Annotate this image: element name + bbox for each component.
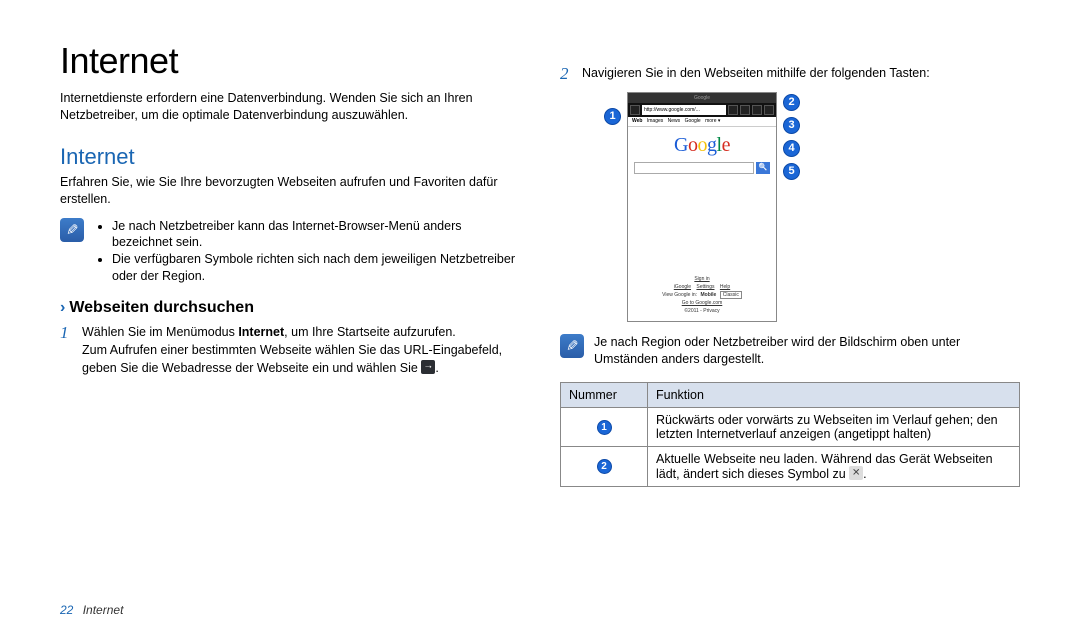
callout-column-right: 2 3 4 5 <box>783 92 800 180</box>
table-cell-function: Aktuelle Webseite neu laden. Während das… <box>648 446 1020 486</box>
page-footer: 22 Internet <box>60 603 123 617</box>
note-bullet-list: Je nach Netzbetreiber kann das Internet-… <box>94 218 520 286</box>
right-column: 2 Navigieren Sie in den Webseiten mithil… <box>560 40 1020 487</box>
forward-icon <box>764 105 774 115</box>
classic-label: Classic <box>720 291 742 299</box>
more-tab: more <box>705 118 720 124</box>
callout-badge: 5 <box>783 163 800 180</box>
chevron-icon: › <box>60 299 65 316</box>
step-item: 2 Navigieren Sie in den Webseiten mithil… <box>560 64 1020 322</box>
url-field: http://www.google.com/... <box>642 105 726 115</box>
pencil-note-icon <box>60 218 84 242</box>
screenshot-figure: 1 Google http://www.google.com/... <box>604 92 1020 322</box>
note-box: Je nach Region oder Netzbetreiber wird d… <box>560 334 1020 368</box>
step-text: Navigieren Sie in den Webseiten mithilfe… <box>582 66 930 80</box>
note-bullet: Je nach Netzbetreiber kann das Internet-… <box>112 218 520 252</box>
table-row: 2 Aktuelle Webseite neu laden. Während d… <box>561 446 1020 486</box>
table-cell-function: Rückwärts oder vorwärts zu Webseiten im … <box>648 407 1020 446</box>
signin-link: Sign in <box>694 276 709 282</box>
step-text: . <box>435 361 438 375</box>
screenshot-tabs: Web Images News Google more <box>628 117 776 127</box>
step-text: , um Ihre Startseite aufzurufen. <box>284 325 456 339</box>
table-cell-number: 1 <box>561 407 648 446</box>
step-item: 1 Wählen Sie im Menümodus Internet, um I… <box>60 323 520 377</box>
footer-section-label: Internet <box>83 603 124 617</box>
step-number: 2 <box>560 62 569 87</box>
mobile-label: Mobile <box>700 292 716 298</box>
step-number: 1 <box>60 321 69 346</box>
note-bullet: Die verfügbaren Symbole richten sich nac… <box>112 251 520 285</box>
web-tab: Web <box>632 118 642 124</box>
step-text: Zum Aufrufen einer bestimmten Webseite w… <box>82 343 502 375</box>
search-button-icon <box>756 162 770 174</box>
step-list: 1 Wählen Sie im Menümodus Internet, um I… <box>60 323 520 377</box>
back-button-icon <box>630 105 640 115</box>
help-link: Help <box>720 284 730 290</box>
browser-screenshot: Google http://www.google.com/... Web Ima… <box>627 92 777 322</box>
row-text: . <box>863 467 866 481</box>
callout-column-left: 1 <box>604 92 621 125</box>
step-list: 2 Navigieren Sie in den Webseiten mithil… <box>560 64 1020 322</box>
google-com-link: Go to Google.com <box>682 300 723 306</box>
view-label: View Google in: <box>662 292 698 298</box>
callout-badge: 2 <box>783 94 800 111</box>
settings-link: Settings <box>696 284 714 290</box>
search-box <box>634 162 754 174</box>
google-logo: Google <box>628 127 776 162</box>
google-tab: Google <box>685 118 701 124</box>
callout-badge: 1 <box>604 108 621 125</box>
menu-name: Internet <box>238 325 284 339</box>
page-number: 22 <box>60 603 73 617</box>
go-arrow-icon <box>421 360 435 374</box>
bookmark-icon <box>752 105 762 115</box>
copyright-label: ©2011 - Privacy <box>684 308 719 314</box>
screenshot-url-row: http://www.google.com/... <box>628 103 776 117</box>
section-title: Internet <box>60 144 520 170</box>
left-column: Internet Internetdienste erfordern eine … <box>60 40 520 487</box>
intro-paragraph: Internetdienste erfordern eine Datenverb… <box>60 90 520 124</box>
stop-x-icon <box>849 466 863 480</box>
note-text: Je nach Region oder Netzbetreiber wird d… <box>594 334 1020 368</box>
callout-badge: 3 <box>783 117 800 134</box>
screenshot-footer: Sign in iGoogle Settings Help View Googl… <box>628 275 776 315</box>
google-search-row <box>628 162 776 178</box>
callout-badge: 2 <box>597 459 612 474</box>
page-title: Internet <box>60 40 520 82</box>
reload-icon <box>728 105 738 115</box>
function-table: Nummer Funktion 1 Rückwärts oder vorwärt… <box>560 382 1020 487</box>
row-text: Aktuelle Webseite neu laden. Während das… <box>656 452 993 481</box>
table-header-function: Funktion <box>648 382 1020 407</box>
subsection-title-text: Webseiten durchsuchen <box>69 299 254 316</box>
table-cell-number: 2 <box>561 446 648 486</box>
subsection-title: ›Webseiten durchsuchen <box>60 299 520 317</box>
section-intro: Erfahren Sie, wie Sie Ihre bevorzugten W… <box>60 174 520 208</box>
callout-badge: 4 <box>783 140 800 157</box>
note-box: Je nach Netzbetreiber kann das Internet-… <box>60 218 520 286</box>
pencil-note-icon <box>560 334 584 358</box>
screenshot-topbar: Google <box>628 93 776 103</box>
callout-badge: 1 <box>597 420 612 435</box>
igoogle-link: iGoogle <box>674 284 691 290</box>
table-row: 1 Rückwärts oder vorwärts zu Webseiten i… <box>561 407 1020 446</box>
windows-icon <box>740 105 750 115</box>
news-tab: News <box>668 118 681 124</box>
table-header-number: Nummer <box>561 382 648 407</box>
images-tab: Images <box>647 118 663 124</box>
step-text: Wählen Sie im Menümodus <box>82 325 238 339</box>
